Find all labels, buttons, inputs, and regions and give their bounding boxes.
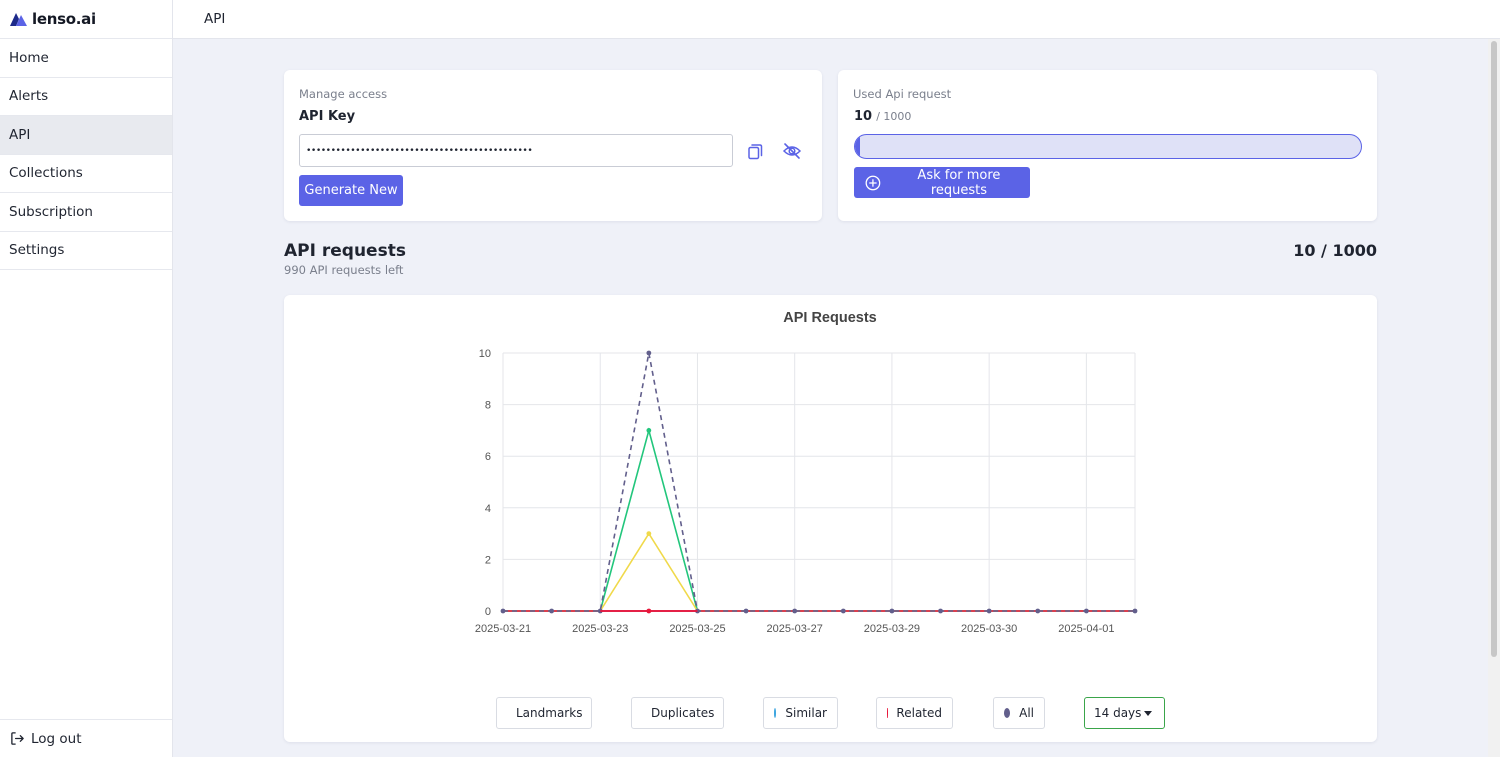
series-line-landmarks [503,427,1135,612]
usage-progress-bar [854,134,1362,159]
chart-title: API Requests [783,310,876,326]
api-requests-chart: API Requests 0 2 4 6 8 10 2025-03-21 2025-03-23 2… [475,310,1138,635]
series-line-similar [503,532,1135,612]
y-tick-label: 2 [485,554,491,566]
sidebar: lenso.ai Home Alerts API Collections Subscri… [0,0,173,757]
point-related [646,608,652,614]
x-tick-label: 2025-03-30 [961,623,1017,635]
scrollbar-thumb[interactable] [1491,41,1497,657]
point-all [1132,608,1138,614]
y-tick-label: 4 [485,503,491,515]
plus-circle-icon [865,175,881,190]
usage-count: 10 / 1000 [854,109,911,124]
ask-more-requests-label: Ask for more requests [917,167,1001,198]
page-title: API [204,11,226,27]
generate-new-button[interactable]: Generate New [299,175,403,206]
usage-card: Used Api request 10 / 1000 Ask for more … [838,70,1377,221]
x-tick-label: 2025-03-21 [475,623,531,635]
brand-name: lenso.ai [32,10,96,28]
point-all [1035,608,1041,614]
point-landmarks [646,428,652,433]
legend-label: Related [896,706,942,720]
usage-progress-fill [855,135,861,158]
api-key-label: API Key [299,109,356,124]
y-tick-label: 10 [479,348,491,360]
legend-label: All [1019,706,1034,720]
api-requests-count: 10 / 1000 [1293,241,1377,260]
point-all [938,608,943,614]
x-tick-label: 2025-03-29 [864,623,920,635]
sidebar-item-alerts[interactable]: Alerts [0,78,172,116]
range-select[interactable]: 14 days [1084,697,1165,729]
legend-label: Duplicates [651,706,715,720]
sidebar-item-subscription[interactable]: Subscription [0,193,172,232]
legend-related[interactable]: Related [876,697,953,729]
api-key-card: Manage access API Key Generate New [284,70,822,221]
point-similar [646,531,652,536]
manage-access-label: Manage access [299,87,388,101]
chart-card: API Requests 0 2 4 6 8 10 2025-03-21 2025-03-23 2… [284,295,1377,742]
topbar: API [173,0,1500,39]
copy-key-button[interactable] [744,140,766,162]
usage-used: 10 [854,109,873,124]
legend-label: Similar [785,706,827,720]
legend-landmarks[interactable]: Landmarks [496,697,592,729]
point-all [986,608,992,614]
point-all [1083,608,1089,614]
x-tick-label: 2025-03-27 [767,623,823,635]
range-select-value: 14 days [1094,706,1142,720]
api-requests-heading: API requests [284,241,406,261]
brand[interactable]: lenso.ai [0,0,172,39]
sidebar-item-api[interactable]: API [0,116,172,155]
point-all [549,608,555,614]
y-tick-label: 6 [485,451,491,463]
point-all [889,608,895,614]
api-key-input[interactable] [299,134,733,167]
point-all [500,608,506,614]
scrollbar[interactable] [1488,39,1500,757]
legend-dot-icon [774,708,777,718]
usage-total: / 1000 [876,110,912,123]
logout-button[interactable]: Log out [0,719,172,757]
toggle-key-visibility-button[interactable] [781,140,803,162]
sidebar-item-settings[interactable]: Settings [0,232,172,270]
caret-down-icon [1144,711,1152,716]
legend-similar[interactable]: Similar [763,697,838,729]
lenso-logo-icon [10,13,27,26]
legend-all[interactable]: All [993,697,1045,729]
used-api-request-label: Used Api request [853,87,952,101]
sidebar-item-collections[interactable]: Collections [0,155,172,193]
logout-label: Log out [31,730,82,747]
api-requests-left: 990 API requests left [284,263,404,277]
point-all [743,608,749,614]
ask-more-requests-button[interactable]: Ask for more requests [854,167,1030,198]
copy-icon [747,143,762,159]
y-tick-label: 8 [485,400,491,412]
sidebar-nav: Home Alerts API Collections Subscription Sett… [0,39,172,270]
legend-duplicates[interactable]: Duplicates [631,697,724,729]
legend-label: Landmarks [516,706,583,720]
x-tick-label: 2025-04-01 [1058,623,1114,635]
legend-dot-icon [1004,708,1011,718]
point-all [840,608,846,614]
x-tick-label: 2025-03-25 [669,623,725,635]
point-all [792,608,798,614]
sidebar-item-home[interactable]: Home [0,39,172,78]
y-tick-label: 0 [485,606,491,618]
series-line-all [503,352,1135,612]
logout-icon [11,732,24,745]
x-tick-label: 2025-03-23 [572,623,628,635]
point-all [646,350,652,356]
eye-off-icon [782,143,802,159]
